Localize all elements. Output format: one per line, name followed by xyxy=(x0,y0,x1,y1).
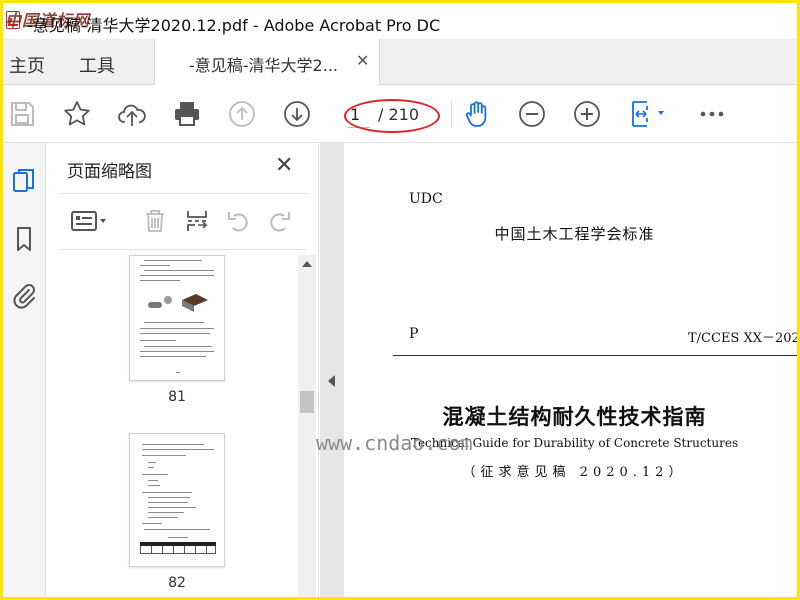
rotate-cw-icon[interactable] xyxy=(263,205,295,237)
doc-organization: 中国土木工程学会标准 xyxy=(494,225,655,243)
next-page-icon[interactable] xyxy=(279,96,315,132)
scroll-up-arrow-icon[interactable] xyxy=(302,261,312,267)
collapse-panel-icon[interactable] xyxy=(328,375,335,387)
close-tab-icon[interactable]: ✕ xyxy=(356,51,369,70)
toolbar-divider xyxy=(451,100,452,128)
doc-title: 混凝土结构耐久性技术指南 xyxy=(442,404,707,429)
page-thumbnail[interactable] xyxy=(129,255,225,381)
doc-p-label: P xyxy=(409,326,419,342)
previous-page-icon[interactable] xyxy=(224,96,260,132)
thumbnail-toolbar xyxy=(47,199,319,243)
panel-collapse-strip[interactable] xyxy=(320,143,344,597)
thumbnail-options-icon[interactable] xyxy=(67,205,113,237)
panel-divider xyxy=(61,249,307,250)
attachments-icon[interactable] xyxy=(6,277,42,313)
doc-standard-code: T/CCES XX－202X xyxy=(688,331,797,346)
bookmark-star-icon[interactable] xyxy=(59,96,95,132)
tab-document[interactable]: -意见稿-清华大学2... ✕ xyxy=(154,39,380,85)
site-watermark: www.cndao.com xyxy=(316,431,473,455)
thumbnail-panel: 页面缩略图 ✕ 81 82 xyxy=(47,143,319,597)
zoom-out-icon[interactable] xyxy=(514,96,550,132)
doc-horizontal-rule xyxy=(393,355,797,356)
more-icon[interactable] xyxy=(694,96,730,132)
app-window: 中国道标网 -意见稿-清华大学2020.12.pdf - Adobe Acrob… xyxy=(3,3,797,597)
doc-udc-label: UDC xyxy=(409,191,443,207)
doc-draft-note: （征求意见稿 2020.12） xyxy=(462,465,687,480)
thumbnail-scrollbar[interactable] xyxy=(298,255,316,597)
toolbar: / 210 xyxy=(3,85,797,143)
save-icon[interactable] xyxy=(4,96,40,132)
thumbnail-list: 81 82 xyxy=(47,253,297,597)
extract-icon[interactable] xyxy=(181,205,213,237)
print-icon[interactable] xyxy=(169,96,205,132)
page-thumbnails-icon[interactable] xyxy=(6,163,42,199)
tab-document-label: -意见稿-清华大学2... xyxy=(189,56,338,75)
thumbnail-page-number: 82 xyxy=(168,575,186,591)
title-bar: 中国道标网 -意见稿-清华大学2020.12.pdf - Adobe Acrob… xyxy=(3,3,797,39)
document-page: UDC 中国土木工程学会标准 P T/CCES XX－202X 混凝土结构耐久性… xyxy=(344,143,797,597)
left-navigation-rail xyxy=(3,143,46,597)
panel-divider xyxy=(61,193,307,194)
window-title: -意见稿-清华大学2020.12.pdf - Adobe Acrobat Pro… xyxy=(27,16,441,35)
zoom-in-icon[interactable] xyxy=(569,96,605,132)
delete-icon[interactable] xyxy=(139,205,171,237)
page-thumbnail[interactable] xyxy=(129,433,225,567)
tab-bar: 主页 工具 -意见稿-清华大学2... ✕ xyxy=(3,39,797,85)
tab-home[interactable]: 主页 xyxy=(9,52,45,78)
panel-title: 页面缩略图 xyxy=(67,162,152,182)
thumbnail-page-number: 81 xyxy=(168,389,186,405)
tab-tools[interactable]: 工具 xyxy=(79,52,115,78)
cloud-upload-icon[interactable] xyxy=(114,96,150,132)
highlight-ellipse xyxy=(344,99,440,133)
bookmarks-icon[interactable] xyxy=(6,221,42,257)
hand-tool-icon[interactable] xyxy=(459,96,495,132)
scroll-thumb[interactable] xyxy=(300,391,314,413)
close-panel-icon[interactable]: ✕ xyxy=(275,153,293,178)
fit-page-icon[interactable] xyxy=(625,96,671,132)
rotate-ccw-icon[interactable] xyxy=(223,205,255,237)
